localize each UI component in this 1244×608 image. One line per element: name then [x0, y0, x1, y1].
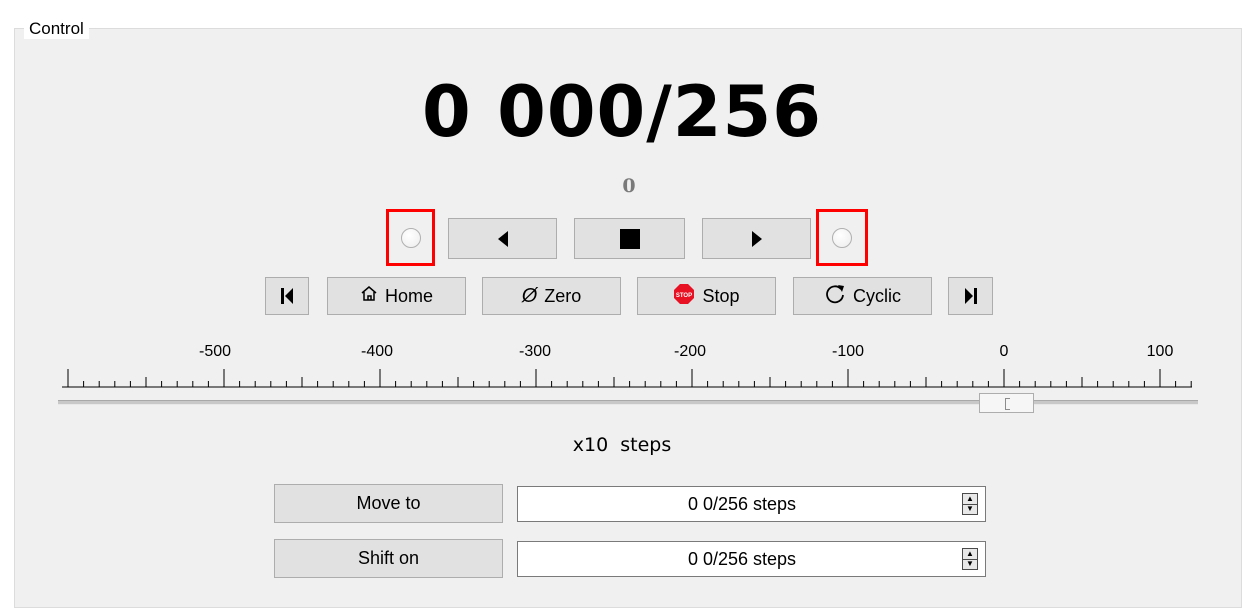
shift-on-input[interactable]: 0 0/256 steps ▲ ▼: [517, 541, 986, 577]
shift-on-label: Shift on: [357, 548, 420, 568]
shift-on-button[interactable]: Shift on: [274, 539, 503, 578]
move-to-stepper[interactable]: ▲ ▼: [962, 493, 978, 515]
move-to-button[interactable]: Move to: [274, 484, 503, 523]
position-slider-handle[interactable]: [979, 393, 1034, 413]
move-to-input[interactable]: 0 0/256 steps ▲ ▼: [517, 486, 986, 522]
stepper-down-icon[interactable]: ▼: [963, 503, 977, 515]
move-to-value: 0 0/256 steps: [687, 493, 797, 514]
scale-units-label: x10 steps: [572, 434, 672, 456]
shift-on-value: 0 0/256 steps: [687, 548, 797, 569]
stepper-down-icon[interactable]: ▼: [963, 558, 977, 570]
move-to-label: Move to: [356, 493, 421, 513]
stepper-up-icon[interactable]: ▲: [963, 549, 977, 559]
shift-on-stepper[interactable]: ▲ ▼: [962, 548, 978, 570]
stepper-up-icon[interactable]: ▲: [963, 494, 977, 504]
